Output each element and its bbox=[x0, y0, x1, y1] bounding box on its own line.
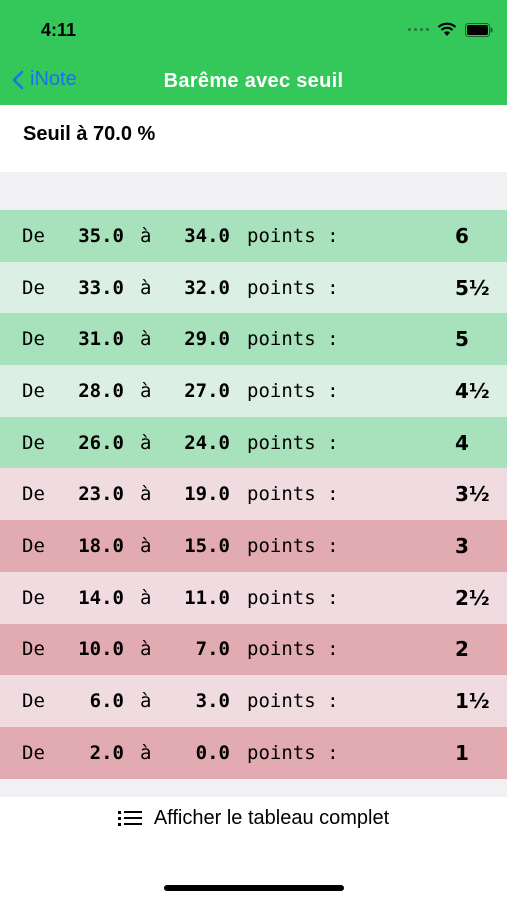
row-points-label: points : bbox=[247, 276, 339, 299]
row-a-label: à bbox=[140, 328, 152, 351]
table-row: De 18.0 à 15.0 points : 3 bbox=[0, 520, 507, 572]
row-de-label: De bbox=[22, 534, 45, 557]
row-points-label: points : bbox=[247, 690, 339, 713]
row-de-label: De bbox=[22, 690, 45, 713]
navigation-bar: iNote Barême avec seuil bbox=[0, 60, 507, 105]
page-title: Barême avec seuil bbox=[163, 70, 344, 92]
row-a-label: à bbox=[140, 638, 152, 661]
row-grade-value: 5½ bbox=[455, 275, 490, 300]
wifi-icon bbox=[437, 22, 457, 36]
row-a-label: à bbox=[140, 224, 152, 247]
row-grade-value: 3½ bbox=[455, 482, 490, 507]
row-a-label: à bbox=[140, 586, 152, 609]
section-separator-bottom bbox=[0, 779, 507, 797]
row-from-value: 35.0 bbox=[78, 224, 124, 247]
row-points-label: points : bbox=[247, 741, 339, 764]
row-points-label: points : bbox=[247, 586, 339, 609]
row-a-label: à bbox=[140, 483, 152, 506]
table-row: De 31.0 à 29.0 points : 5 bbox=[0, 313, 507, 366]
row-points-label: points : bbox=[247, 431, 339, 454]
table-row: De 23.0 à 19.0 points : 3½ bbox=[0, 468, 507, 521]
threshold-section: Seuil à 70.0 % bbox=[0, 105, 507, 172]
table-row: De 28.0 à 27.0 points : 4½ bbox=[0, 365, 507, 417]
grade-table: De 35.0 à 34.0 points :6 De 33.0 à 32.0 points :5… bbox=[0, 210, 507, 779]
row-points-label: points : bbox=[247, 328, 339, 351]
row-from-value: 18.0 bbox=[78, 534, 124, 557]
row-de-label: De bbox=[22, 276, 45, 299]
row-to-value: 7.0 bbox=[195, 638, 230, 661]
row-grade-value: 2 bbox=[455, 637, 469, 662]
row-to-value: 19.0 bbox=[184, 483, 230, 506]
row-grade-value: 2½ bbox=[455, 585, 490, 610]
row-de-label: De bbox=[22, 741, 45, 764]
row-to-value: 11.0 bbox=[184, 586, 230, 609]
table-row: De 2.0 à 0.0 points : 1 bbox=[0, 726, 507, 779]
table-row: De 35.0 à 34.0 points : 6 bbox=[0, 210, 507, 262]
row-from-value: 28.0 bbox=[78, 379, 124, 402]
row-to-value: 0.0 bbox=[195, 741, 230, 764]
row-de-label: De bbox=[22, 328, 45, 351]
row-grade-value: 5 bbox=[455, 327, 469, 352]
row-to-value: 24.0 bbox=[184, 431, 230, 454]
show-full-table-button[interactable]: Afficher le tableau complet bbox=[0, 797, 507, 839]
row-grade-value: 6 bbox=[455, 223, 469, 248]
status-time: 4:11 bbox=[41, 20, 77, 40]
row-grade-value: 4½ bbox=[455, 378, 490, 403]
row-from-value: 31.0 bbox=[78, 328, 124, 351]
row-points-label: points : bbox=[247, 224, 339, 247]
show-full-table-label: Afficher le tableau complet bbox=[153, 806, 390, 829]
row-a-label: à bbox=[140, 276, 152, 299]
table-row: De 6.0 à 3.0 points : 1½ bbox=[0, 675, 507, 727]
row-to-value: 34.0 bbox=[184, 224, 230, 247]
row-a-label: à bbox=[140, 534, 152, 557]
row-de-label: De bbox=[22, 483, 45, 506]
status-bar: 4:11 bbox=[0, 0, 507, 60]
row-from-value: 10.0 bbox=[78, 638, 124, 661]
row-a-label: à bbox=[140, 379, 152, 402]
row-points-label: points : bbox=[247, 638, 339, 661]
row-from-value: 14.0 bbox=[78, 586, 124, 609]
row-to-value: 32.0 bbox=[184, 276, 230, 299]
row-grade-value: 1 bbox=[455, 740, 469, 765]
table-row: De 26.0 à 24.0 points : 4 bbox=[0, 416, 507, 469]
row-grade-value: 4 bbox=[455, 430, 469, 455]
row-from-value: 6.0 bbox=[89, 690, 124, 713]
threshold-label: Seuil à 70.0 % bbox=[23, 123, 156, 145]
status-icons bbox=[408, 22, 493, 37]
row-a-label: à bbox=[140, 741, 152, 764]
row-from-value: 2.0 bbox=[89, 741, 124, 764]
row-to-value: 29.0 bbox=[184, 328, 230, 351]
row-points-label: points : bbox=[247, 534, 339, 557]
row-de-label: De bbox=[22, 379, 45, 402]
row-de-label: De bbox=[22, 638, 45, 661]
battery-icon bbox=[465, 22, 493, 37]
row-points-label: points : bbox=[247, 379, 339, 402]
row-to-value: 27.0 bbox=[184, 379, 230, 402]
row-grade-value: 1½ bbox=[455, 689, 490, 714]
table-row: De 10.0 à 7.0 points : 2 bbox=[0, 623, 507, 676]
table-row: De 33.0 à 32.0 points : 5½ bbox=[0, 261, 507, 314]
row-from-value: 26.0 bbox=[78, 431, 124, 454]
row-grade-value: 3 bbox=[455, 533, 469, 558]
row-to-value: 15.0 bbox=[184, 534, 230, 557]
row-a-label: à bbox=[140, 431, 152, 454]
section-separator bbox=[0, 172, 507, 210]
row-de-label: De bbox=[22, 586, 45, 609]
row-from-value: 33.0 bbox=[78, 276, 124, 299]
row-from-value: 23.0 bbox=[78, 483, 124, 506]
home-indicator bbox=[164, 885, 344, 891]
row-points-label: points : bbox=[247, 483, 339, 506]
list-icon bbox=[117, 809, 142, 827]
row-a-label: à bbox=[140, 690, 152, 713]
row-de-label: De bbox=[22, 431, 45, 454]
row-to-value: 3.0 bbox=[195, 690, 230, 713]
row-de-label: De bbox=[22, 224, 45, 247]
table-row: De 14.0 à 11.0 points : 2½ bbox=[0, 571, 507, 624]
signal-icon bbox=[408, 28, 429, 31]
